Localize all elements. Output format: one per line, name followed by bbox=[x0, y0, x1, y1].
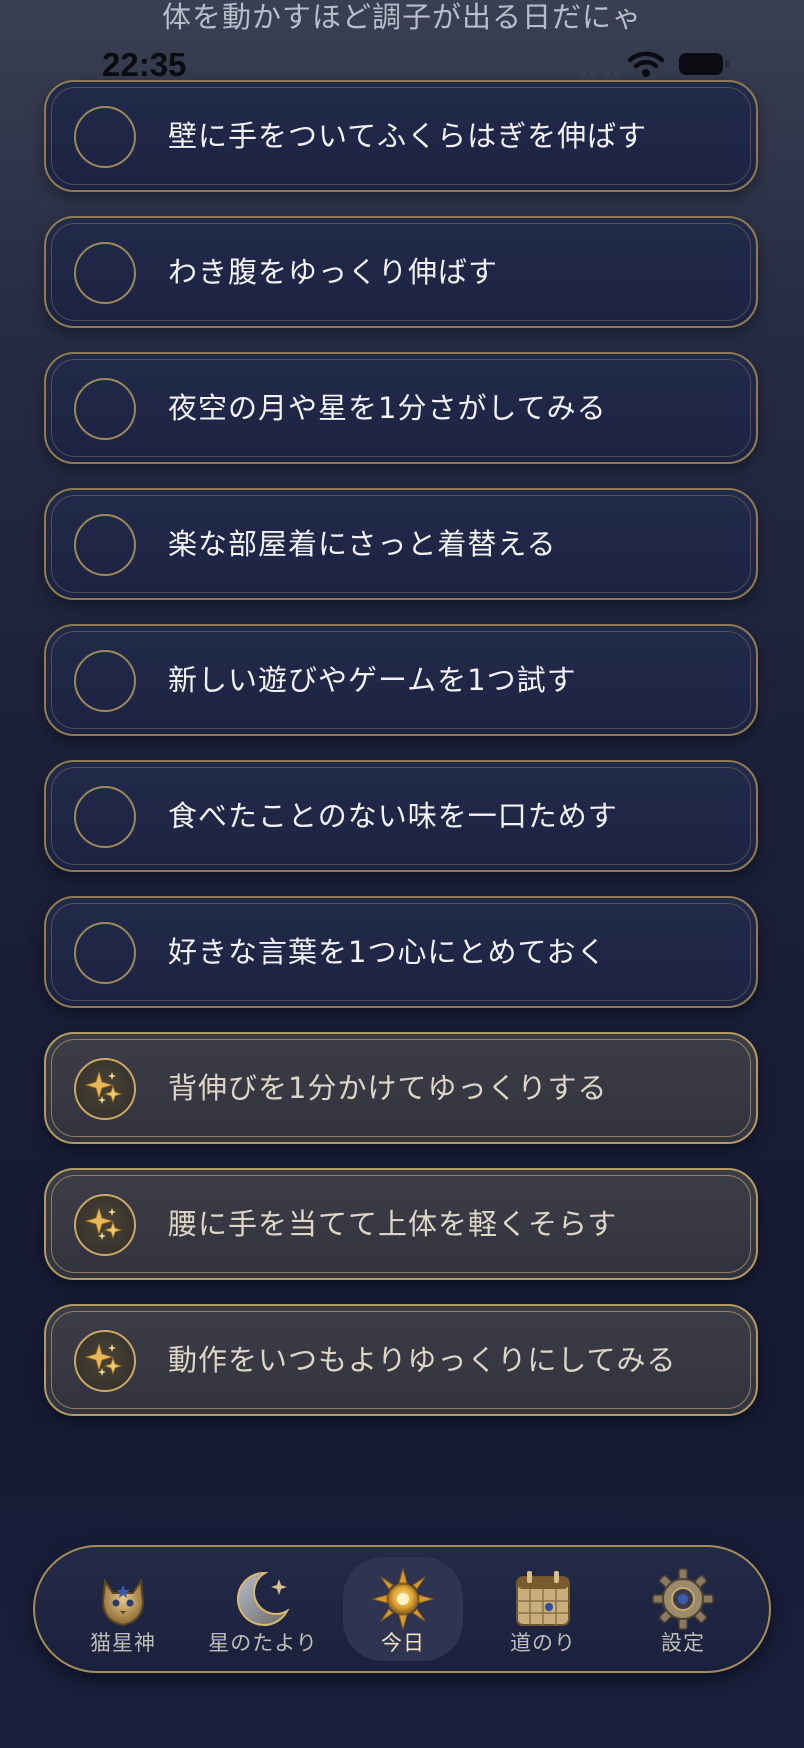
gear-icon bbox=[652, 1568, 714, 1630]
cat-god-icon bbox=[101, 1578, 145, 1627]
cellular-signal-icon bbox=[578, 70, 622, 76]
task-item[interactable]: 食べたことのない味を一口ためす bbox=[44, 760, 758, 872]
empty-check-circle[interactable] bbox=[74, 650, 136, 712]
task-label: 夜空の月や星を1分さがしてみる bbox=[168, 391, 607, 425]
status-time: 22:35 bbox=[102, 46, 187, 83]
task-label: 背伸びを1分かけてゆっくりする bbox=[168, 1071, 608, 1105]
battery-icon bbox=[679, 53, 729, 75]
task-label: 食べたことのない味を一口ためす bbox=[168, 799, 618, 833]
task-label: 動作をいつもよりゆっくりにしてみる bbox=[168, 1343, 677, 1377]
task-item[interactable]: わき腹をゆっくり伸ばす bbox=[44, 216, 758, 328]
task-label: 新しい遊びやゲームを1つ試す bbox=[168, 663, 577, 697]
task-item[interactable]: 楽な部屋着にさっと着替える bbox=[44, 488, 758, 600]
calendar-icon bbox=[516, 1571, 570, 1626]
task-label: 楽な部屋着にさっと着替える bbox=[168, 527, 557, 561]
tab-michinori[interactable]: 道のり bbox=[483, 1557, 603, 1661]
tab-label: 猫星神 bbox=[90, 1631, 156, 1655]
task-item[interactable]: 新しい遊びやゲームを1つ試す bbox=[44, 624, 758, 736]
tab-label: 今日 bbox=[381, 1631, 425, 1655]
task-label: 好きな言葉を1つ心にとめておく bbox=[168, 935, 607, 969]
tab-label: 星のたより bbox=[208, 1631, 318, 1655]
tab-label: 道のり bbox=[510, 1631, 576, 1655]
sparkle-check-icon[interactable] bbox=[74, 1194, 136, 1256]
task-label: わき腹をゆっくり伸ばす bbox=[168, 255, 499, 289]
tab-hoshi-no-tayori[interactable]: 星のたより bbox=[203, 1557, 323, 1661]
empty-check-circle[interactable] bbox=[74, 786, 136, 848]
empty-check-circle[interactable] bbox=[74, 378, 136, 440]
daily-message: 体を動かすほど調子が出る日だにゃ bbox=[161, 0, 642, 34]
tab-label: 設定 bbox=[661, 1631, 705, 1655]
task-item[interactable]: 動作をいつもよりゆっくりにしてみる bbox=[44, 1304, 758, 1416]
task-item[interactable]: 壁に手をついてふくらはぎを伸ばす bbox=[44, 80, 758, 192]
tab-today[interactable]: 今日 bbox=[343, 1557, 463, 1661]
tab-neko-hoshigami[interactable]: 猫星神 bbox=[63, 1557, 183, 1661]
sparkle-check-icon[interactable] bbox=[74, 1058, 136, 1120]
task-item[interactable]: 腰に手を当てて上体を軽くそらす bbox=[44, 1168, 758, 1280]
empty-check-circle[interactable] bbox=[74, 514, 136, 576]
crescent-moon-icon bbox=[236, 1571, 290, 1626]
task-label: 壁に手をついてふくらはぎを伸ばす bbox=[168, 119, 648, 153]
task-item[interactable]: 背伸びを1分かけてゆっくりする bbox=[44, 1032, 758, 1144]
task-label: 腰に手を当てて上体を軽くそらす bbox=[168, 1207, 618, 1241]
empty-check-circle[interactable] bbox=[74, 106, 136, 168]
empty-check-circle[interactable] bbox=[74, 922, 136, 984]
tab-bar: 猫星神 星のたより 今日 道のり 設定 bbox=[33, 1545, 771, 1673]
sun-icon bbox=[371, 1567, 435, 1631]
task-item[interactable]: 好きな言葉を1つ心にとめておく bbox=[44, 896, 758, 1008]
empty-check-circle[interactable] bbox=[74, 242, 136, 304]
task-item[interactable]: 夜空の月や星を1分さがしてみる bbox=[44, 352, 758, 464]
sparkle-check-icon[interactable] bbox=[74, 1330, 136, 1392]
tab-settings[interactable]: 設定 bbox=[623, 1557, 743, 1661]
wifi-icon bbox=[628, 51, 664, 77]
